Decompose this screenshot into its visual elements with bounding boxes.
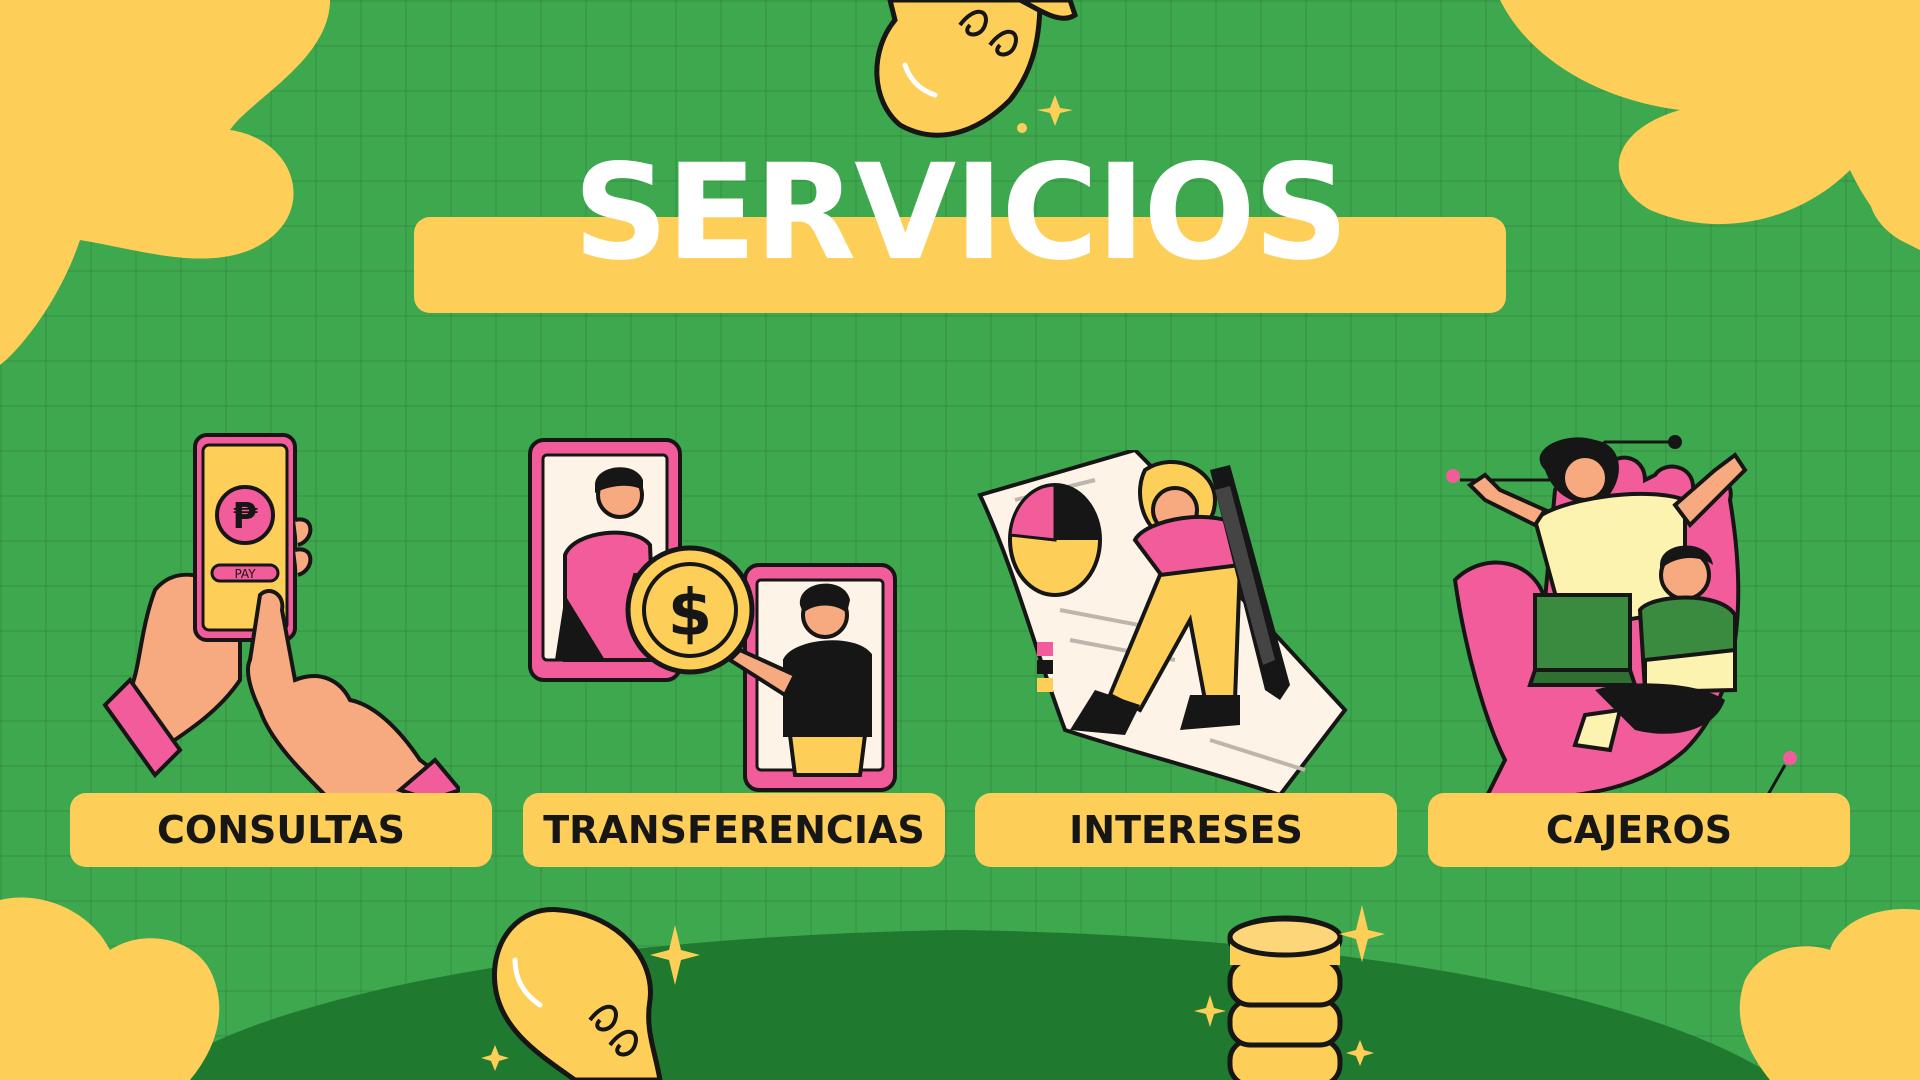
money-transfer-icon: $ bbox=[528, 438, 897, 792]
service-label-consultas: CONSULTAS bbox=[70, 793, 492, 867]
service-label-intereses: INTERESES bbox=[975, 793, 1397, 867]
svg-text:₱: ₱ bbox=[232, 496, 258, 537]
document-chart-icon bbox=[977, 450, 1348, 795]
coin-stack-icon bbox=[1227, 915, 1343, 1080]
lightbulb-top-icon bbox=[874, 0, 1078, 138]
service-label-cajeros: CAJEROS bbox=[1428, 793, 1850, 867]
phone-pay-label: PAY bbox=[234, 567, 256, 581]
hand-holding-people-icon bbox=[1446, 435, 1797, 800]
slide: SERVICIOS ₱ PAY $ CONSULTAS TRANSFERENCI… bbox=[0, 0, 1920, 1080]
page-title: SERVICIOS bbox=[573, 136, 1348, 290]
flower-bottom-left-icon bbox=[0, 897, 220, 1080]
phone-payment-icon: ₱ PAY bbox=[102, 433, 460, 800]
bottom-hill-shape bbox=[150, 930, 1780, 1080]
sparkle-top-icon bbox=[1017, 95, 1073, 133]
flower-top-left-icon bbox=[0, 0, 330, 365]
flower-top-right-icon bbox=[1500, 0, 1920, 250]
svg-text:$: $ bbox=[668, 577, 713, 651]
service-label-transferencias: TRANSFERENCIAS bbox=[523, 793, 945, 867]
flower-bottom-right-icon bbox=[1739, 909, 1920, 1080]
